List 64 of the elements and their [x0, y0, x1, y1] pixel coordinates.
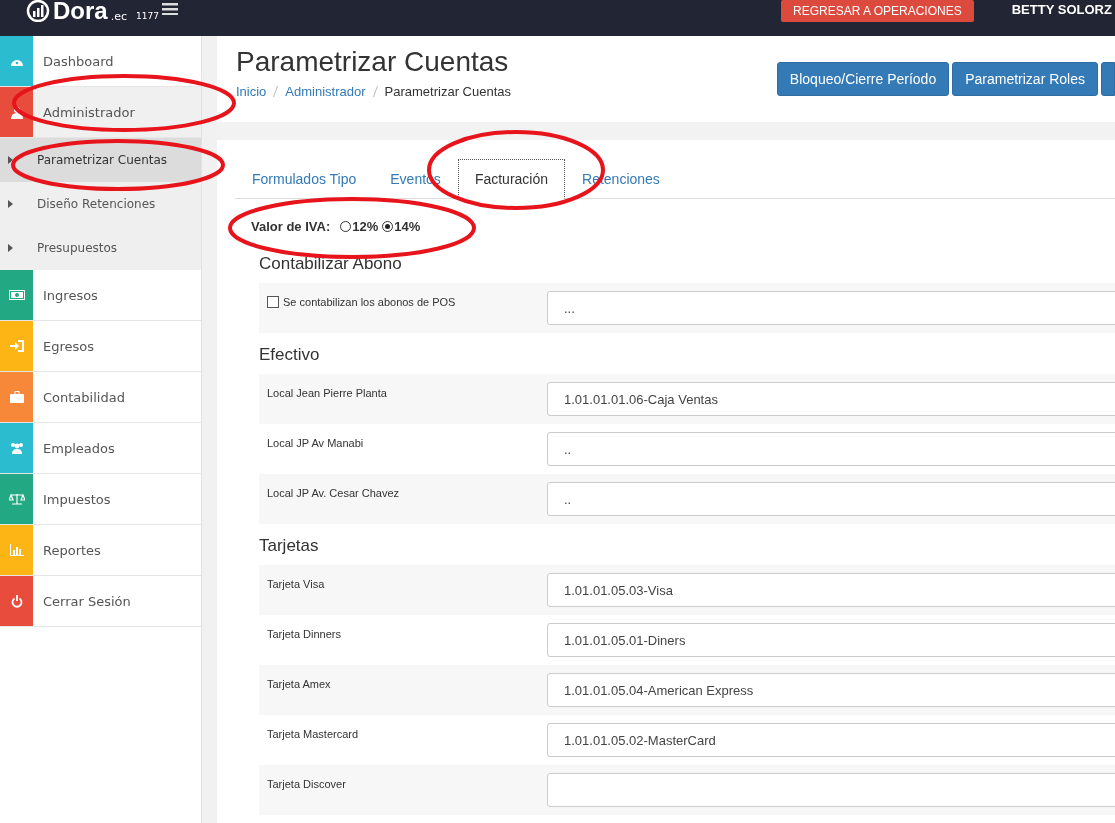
account-field[interactable]: 1.01.01.01.06-Caja Ventas — [547, 382, 1115, 416]
tab[interactable]: Facturación — [457, 159, 566, 199]
iva-label: Valor de IVA: — [251, 219, 331, 234]
account-field[interactable]: 1.01.01.05.02-MasterCard — [547, 723, 1115, 757]
sidebar-item[interactable]: Contabilidad — [0, 372, 201, 423]
sidebar-item[interactable]: Dashboard — [0, 36, 201, 87]
account-field[interactable] — [547, 773, 1115, 807]
sidebar-item[interactable]: Administrador — [0, 87, 201, 138]
users-icon — [8, 442, 25, 454]
breadcrumb-link[interactable]: Administrador — [285, 84, 366, 99]
account-field[interactable]: .. — [547, 482, 1115, 516]
banknote-icon — [8, 290, 25, 300]
field-label: Tarjeta Discover — [266, 777, 347, 790]
breadcrumb-link[interactable]: Inicio — [236, 84, 267, 99]
section-title: Efectivo — [259, 345, 321, 365]
section-title: Contabilizar Abono — [259, 254, 403, 274]
briefcase-icon — [9, 391, 24, 403]
caret-icon — [8, 200, 13, 208]
bar-chart-icon — [9, 544, 24, 556]
sidebar-item[interactable]: Empleados — [0, 423, 201, 474]
user-name: BETTY SOLORZ — [1011, 1, 1112, 17]
account-field[interactable]: 1.01.01.05.04-American Express — [547, 673, 1115, 707]
toolbar-button[interactable] — [1101, 62, 1115, 96]
field-label: Local JP Av. Cesar Chavez — [266, 486, 401, 499]
iva-radio[interactable]: 12% — [340, 219, 379, 234]
submenu-item[interactable]: Presupuestos — [0, 226, 201, 270]
version-label: 1177 — [136, 11, 159, 21]
account-field[interactable]: 1.01.01.05.03-Visa — [547, 573, 1115, 607]
logo-icon — [26, 0, 50, 22]
field-label: Tarjeta Visa — [266, 577, 326, 590]
iva-radio[interactable]: 14% — [382, 219, 421, 234]
account-field[interactable]: ... — [547, 291, 1115, 325]
field-label: Tarjeta Mastercard — [266, 727, 360, 740]
sidebar-item[interactable]: Reportes — [0, 525, 201, 576]
toolbar-button[interactable]: Parametrizar Roles — [952, 62, 1098, 96]
sidebar-item[interactable]: Ingresos — [0, 270, 201, 321]
power-icon — [10, 594, 23, 608]
scale-icon — [8, 493, 25, 505]
sidebar-item[interactable]: Egresos — [0, 321, 201, 372]
logo-text: Dora — [53, 0, 108, 25]
breadcrumb-separator-icon — [273, 86, 279, 97]
tab[interactable]: Formulados Tipo — [235, 159, 374, 199]
caret-icon — [8, 156, 13, 164]
breadcrumb-current: Parametrizar Cuentas — [384, 84, 511, 99]
user-icon — [10, 105, 23, 119]
caret-icon — [8, 244, 13, 252]
logo-suffix: .ec — [110, 9, 127, 23]
account-field[interactable]: .. — [547, 432, 1115, 466]
field-label: Tarjeta Dinners — [266, 627, 342, 640]
sign-in-icon — [9, 340, 24, 352]
field-label: Local Jean Pierre Planta — [266, 386, 388, 399]
sidebar-item[interactable]: Cerrar Sesión — [0, 576, 201, 627]
breadcrumb-separator-icon — [372, 86, 378, 97]
back-to-operations-button[interactable]: REGRESAR A OPERACIONES — [781, 0, 974, 22]
field-label: Local JP Av Manabi — [266, 436, 365, 449]
submenu-item[interactable]: Diseño Retenciones — [0, 182, 201, 226]
menu-icon[interactable] — [161, 3, 178, 15]
toolbar-button[interactable]: Bloqueo/Cierre Período — [776, 62, 950, 96]
page-title: Parametrizar Cuentas — [236, 46, 510, 78]
section-title: Tarjetas — [259, 536, 320, 556]
checkbox-label[interactable]: Se contabilizan los abonos de POS — [259, 283, 547, 308]
account-field[interactable]: 1.01.01.05.01-Diners — [547, 623, 1115, 657]
sidebar-item[interactable]: Impuestos — [0, 474, 201, 525]
field-label: Tarjeta Amex — [266, 677, 332, 690]
